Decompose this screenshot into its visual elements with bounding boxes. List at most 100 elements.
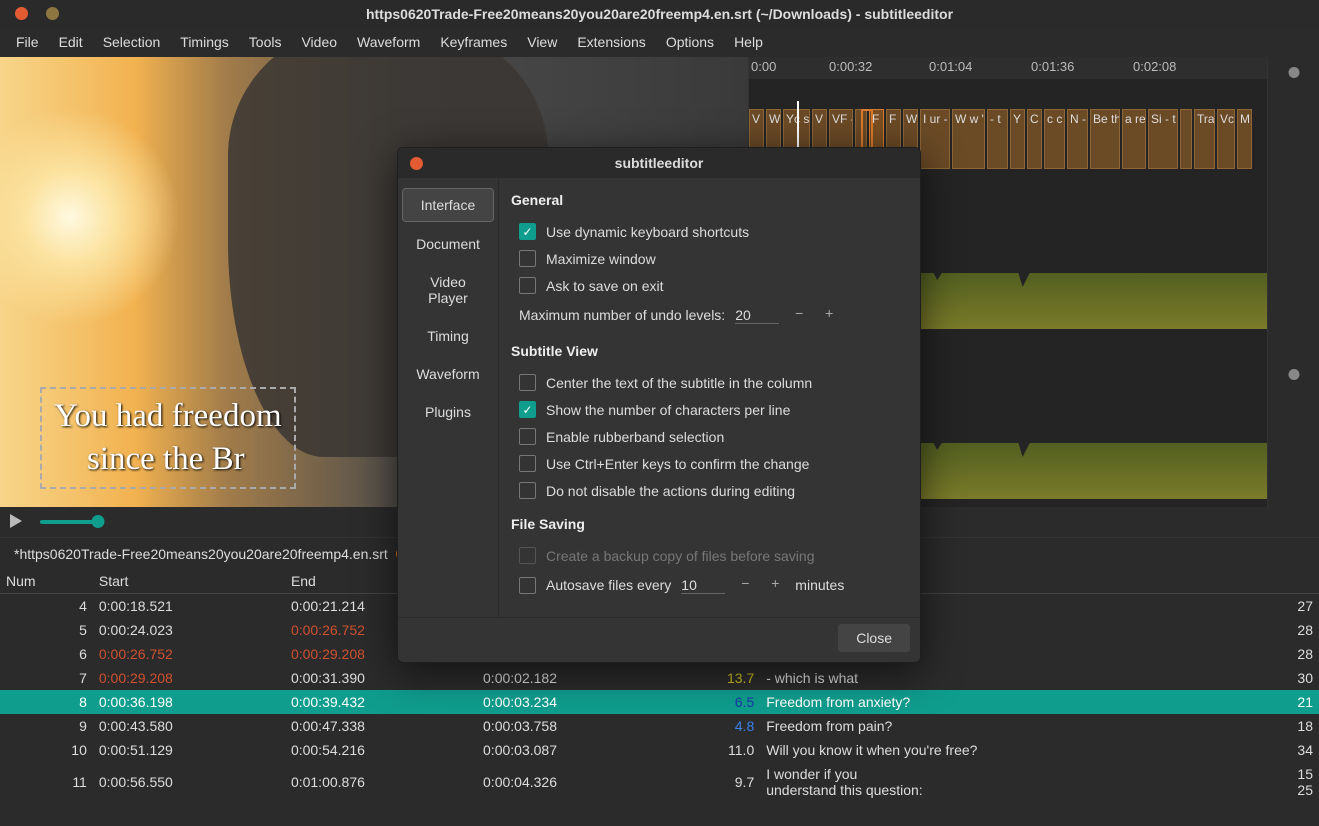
menu-help[interactable]: Help (724, 28, 773, 56)
checkbox-center-text[interactable]: Center the text of the subtitle in the c… (511, 369, 908, 396)
column-charcount[interactable] (1259, 569, 1319, 594)
time-ruler[interactable]: 0:000:00:320:01:040:01:360:02:08 (749, 57, 1319, 79)
menu-timings[interactable]: Timings (170, 28, 239, 56)
table-cell: 0:00:26.752 (93, 642, 285, 666)
table-cell: 0:01:00.876 (285, 762, 477, 802)
dialog-tab-interface[interactable]: Interface (402, 188, 494, 222)
close-button[interactable]: Close (838, 624, 910, 652)
table-cell: Freedom from anxiety? (760, 690, 1259, 714)
table-row[interactable]: 80:00:36.1980:00:39.4320:00:03.2346.5Fre… (0, 690, 1319, 714)
dialog-tab-plugins[interactable]: Plugins (402, 396, 494, 428)
menu-file[interactable]: File (6, 28, 49, 56)
minus-icon[interactable]: − (789, 305, 809, 325)
checkbox-dynamic-shortcuts[interactable]: Use dynamic keyboard shortcuts (511, 218, 908, 245)
zoom-slider-thumb[interactable] (1288, 369, 1299, 380)
checkbox-no-disable-actions[interactable]: Do not disable the actions during editin… (511, 477, 908, 504)
table-cell: 27 (1259, 594, 1319, 619)
checkbox-label: Use Ctrl+Enter keys to confirm the chang… (546, 456, 809, 472)
subtitle-block[interactable]: M (1237, 109, 1252, 169)
table-cell: 18 (1259, 714, 1319, 738)
subtitle-block[interactable]: Vc (1217, 109, 1235, 169)
menu-view[interactable]: View (517, 28, 567, 56)
menu-video[interactable]: Video (291, 28, 347, 56)
table-cell: 28 (1259, 642, 1319, 666)
play-icon[interactable] (8, 513, 24, 532)
subtitle-block[interactable]: I ur - (920, 109, 950, 169)
checkbox-ask-save-exit[interactable]: Ask to save on exit (511, 272, 908, 299)
subtitle-block[interactable]: C (1027, 109, 1042, 169)
subtitle-block[interactable]: a re (1122, 109, 1146, 169)
subtitle-block[interactable]: W w "is (952, 109, 985, 169)
menu-waveform[interactable]: Waveform (347, 28, 430, 56)
checkbox-show-chars[interactable]: Show the number of characters per line (511, 396, 908, 423)
table-cell: 0:00:43.580 (93, 714, 285, 738)
subtitle-block[interactable]: N - (1067, 109, 1088, 169)
autosave-input[interactable] (681, 577, 725, 594)
checkbox-label: Do not disable the actions during editin… (546, 483, 795, 499)
dialog-tab-timing[interactable]: Timing (402, 320, 494, 352)
table-row[interactable]: 90:00:43.5800:00:47.3380:00:03.7584.8Fre… (0, 714, 1319, 738)
table-row[interactable]: 100:00:51.1290:00:54.2160:00:03.08711.0W… (0, 738, 1319, 762)
subtitle-block[interactable]: - t (987, 109, 1008, 169)
checkbox-rubberband[interactable]: Enable rubberband selection (511, 423, 908, 450)
dialog-tab-document[interactable]: Document (402, 228, 494, 260)
table-cell: 34 (1259, 738, 1319, 762)
subtitle-block[interactable] (1180, 109, 1192, 169)
undo-levels-input[interactable] (735, 307, 779, 324)
table-cell: 0:00:54.216 (285, 738, 477, 762)
menu-edit[interactable]: Edit (49, 28, 93, 56)
checkbox-icon[interactable] (519, 455, 536, 472)
checkbox-ctrl-enter[interactable]: Use Ctrl+Enter keys to confirm the chang… (511, 450, 908, 477)
checkbox-icon[interactable] (519, 428, 536, 445)
dialog-tab-waveform[interactable]: Waveform (402, 358, 494, 390)
table-cell: 0:00:03.234 (477, 690, 669, 714)
time-tick: 0:01:36 (1031, 59, 1074, 74)
subtitle-block[interactable]: c c (1044, 109, 1065, 169)
table-cell: 6.5 (669, 690, 760, 714)
subtitle-block[interactable]: Y (1010, 109, 1025, 169)
menu-selection[interactable]: Selection (93, 28, 171, 56)
dialog-tab-video-player[interactable]: Video Player (402, 266, 494, 314)
checkbox-icon[interactable] (519, 401, 536, 418)
checkbox-icon[interactable] (519, 277, 536, 294)
menu-options[interactable]: Options (656, 28, 724, 56)
table-cell: 0:00:56.550 (93, 762, 285, 802)
minus-icon[interactable]: − (735, 575, 755, 595)
plus-icon[interactable]: + (765, 575, 785, 595)
subtitle-block[interactable]: Tra (1194, 109, 1215, 169)
checkbox-icon[interactable] (519, 482, 536, 499)
table-cell: 0:00:03.087 (477, 738, 669, 762)
table-cell: 0:00:51.129 (93, 738, 285, 762)
column-start[interactable]: Start (93, 569, 285, 594)
waveform-zoom-sliders (1267, 57, 1319, 508)
zoom-slider-thumb[interactable] (1288, 67, 1299, 78)
checkbox-label: Ask to save on exit (546, 278, 664, 294)
menu-keyframes[interactable]: Keyframes (430, 28, 517, 56)
section-title-file-saving: File Saving (511, 516, 908, 532)
checkbox-backup: Create a backup copy of files before sav… (511, 542, 908, 569)
seek-thumb[interactable] (91, 515, 104, 528)
dialog-titlebar[interactable]: subtitleeditor (398, 148, 920, 178)
table-cell: Freedom from pain? (760, 714, 1259, 738)
checkbox-icon[interactable] (519, 223, 536, 240)
column-num[interactable]: Num (0, 569, 93, 594)
menu-tools[interactable]: Tools (239, 28, 292, 56)
subtitle-block[interactable]: Be the (1090, 109, 1120, 169)
seek-slider[interactable] (40, 520, 380, 524)
checkbox-icon[interactable] (519, 577, 536, 594)
checkbox-icon[interactable] (519, 250, 536, 267)
table-row[interactable]: 70:00:29.2080:00:31.3900:00:02.18213.7- … (0, 666, 1319, 690)
menu-extensions[interactable]: Extensions (567, 28, 655, 56)
checkbox-maximize-window[interactable]: Maximize window (511, 245, 908, 272)
video-subtitle-overlay[interactable]: You had freedom since the Br (40, 387, 296, 489)
plus-icon[interactable]: + (819, 305, 839, 325)
undo-levels-label: Maximum number of undo levels: (519, 307, 725, 323)
menubar: FileEditSelectionTimingsToolsVideoWavefo… (0, 27, 1319, 57)
autosave-label: Autosave files every (546, 577, 671, 593)
subtitle-block[interactable]: Si - t (1148, 109, 1178, 169)
checkbox-icon[interactable] (519, 374, 536, 391)
video-background (0, 107, 180, 327)
time-tick: 0:00:32 (829, 59, 872, 74)
table-row[interactable]: 110:00:56.5500:01:00.8760:00:04.3269.7I … (0, 762, 1319, 802)
table-cell: 0:00:03.758 (477, 714, 669, 738)
